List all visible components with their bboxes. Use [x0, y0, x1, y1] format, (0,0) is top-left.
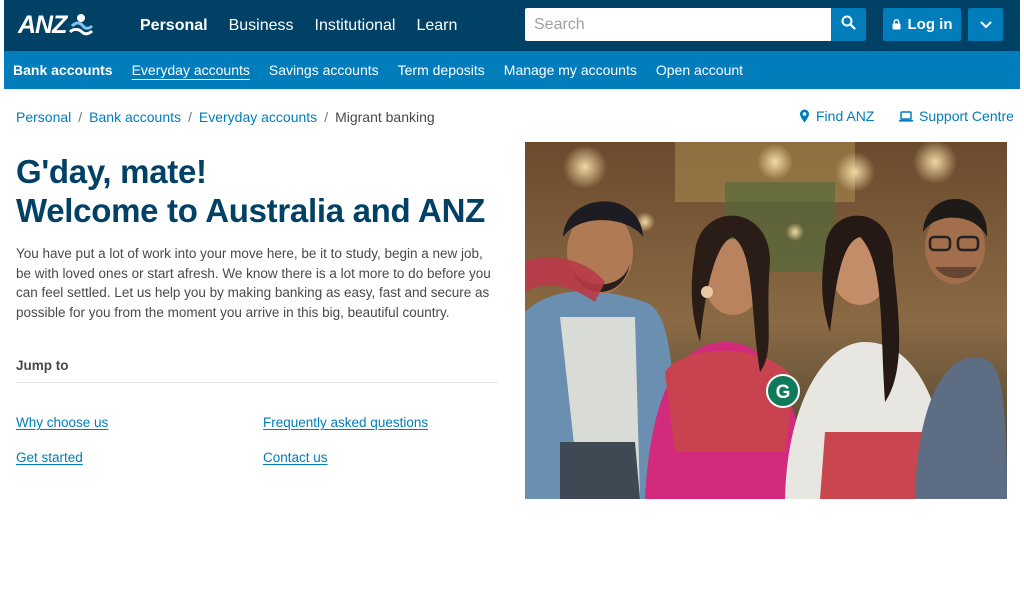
support-centre-link[interactable]: Support Centre — [899, 108, 1014, 124]
g-badge-letter: G — [776, 382, 791, 403]
breadcrumb-current: Migrant banking — [335, 109, 435, 125]
map-pin-icon — [799, 109, 810, 123]
subnav-term-deposits[interactable]: Term deposits — [398, 62, 485, 78]
search-button[interactable] — [831, 8, 866, 41]
page-title: G'day, mate! Welcome to Australia and AN… — [16, 152, 516, 230]
subnav-savings-accounts[interactable]: Savings accounts — [269, 62, 379, 78]
subnav-bank-accounts[interactable]: Bank accounts — [13, 62, 113, 78]
page-title-line-1: G'day, mate! — [16, 153, 207, 190]
find-anz-label: Find ANZ — [816, 108, 875, 124]
login-label: Log in — [907, 16, 953, 33]
hero-photo: G — [525, 142, 1007, 499]
jump-link-get-started[interactable]: Get started — [16, 450, 83, 465]
login-button[interactable]: Log in — [883, 8, 961, 41]
nav-personal[interactable]: Personal — [140, 17, 208, 35]
search-icon — [841, 15, 856, 35]
top-bar: ANZ Personal Business Institutional Lear… — [4, 0, 1020, 51]
lock-icon — [892, 19, 901, 30]
nav-institutional[interactable]: Institutional — [315, 17, 396, 35]
breadcrumb: Personal / Bank accounts / Everyday acco… — [16, 109, 435, 125]
menu-dropdown-button[interactable] — [968, 8, 1003, 41]
chevron-down-icon — [980, 16, 992, 34]
subnav-everyday-accounts[interactable]: Everyday accounts — [132, 62, 250, 78]
jump-link-contact-us[interactable]: Contact us — [263, 450, 328, 465]
g-badge-icon: G — [766, 374, 800, 408]
intro-paragraph: You have put a lot of work into your mov… — [16, 246, 491, 320]
main-nav: Personal Business Institutional Learn — [140, 0, 478, 51]
subnav-manage-my-accounts[interactable]: Manage my accounts — [504, 62, 637, 78]
sub-nav: Bank accounts Everyday accounts Savings … — [4, 51, 1020, 89]
breadcrumb-personal[interactable]: Personal — [16, 109, 71, 125]
jump-link-why-choose-us[interactable]: Why choose us — [16, 415, 108, 430]
anz-logo[interactable]: ANZ — [18, 10, 94, 40]
jump-link-faq[interactable]: Frequently asked questions — [263, 415, 428, 430]
breadcrumb-bank-accounts[interactable]: Bank accounts — [89, 109, 181, 125]
breadcrumb-separator: / — [188, 109, 192, 125]
nav-learn[interactable]: Learn — [416, 17, 457, 35]
breadcrumb-everyday-accounts[interactable]: Everyday accounts — [199, 109, 317, 125]
support-centre-label: Support Centre — [919, 108, 1014, 124]
jump-to-label: Jump to — [16, 358, 69, 373]
search-input[interactable] — [525, 8, 831, 41]
breadcrumb-separator: / — [78, 109, 83, 125]
find-anz-link[interactable]: Find ANZ — [799, 108, 874, 124]
nav-business[interactable]: Business — [229, 17, 294, 35]
subnav-open-account[interactable]: Open account — [656, 62, 743, 78]
laptop-icon — [899, 110, 913, 122]
breadcrumb-separator: / — [324, 109, 329, 125]
page-title-line-2: Welcome to Australia and ANZ — [16, 192, 485, 229]
divider — [16, 382, 498, 383]
logo-text: ANZ — [18, 10, 67, 39]
anz-swimmers-icon — [68, 12, 94, 38]
